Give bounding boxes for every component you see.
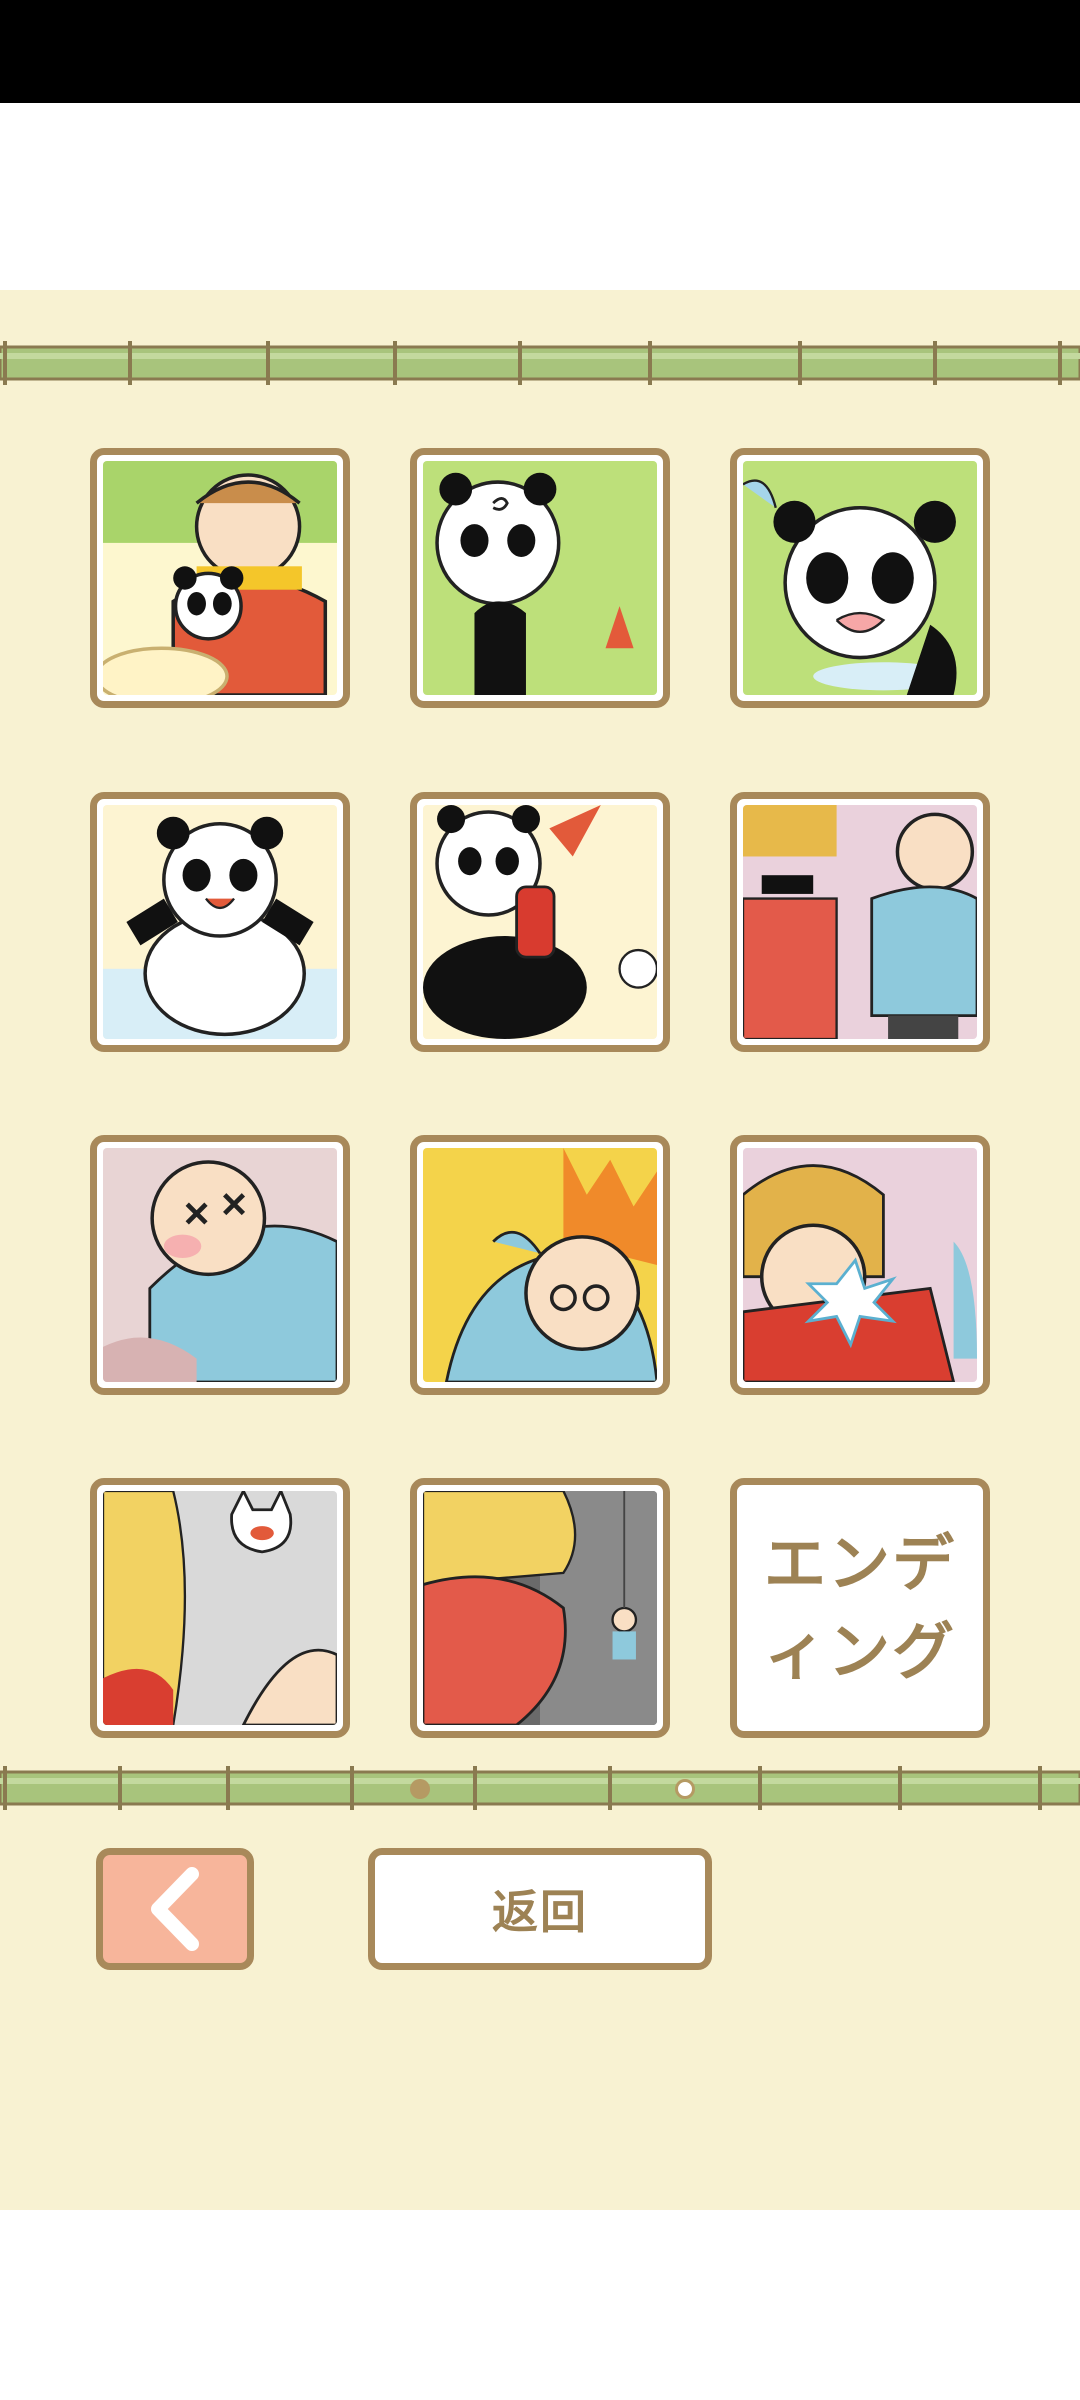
happy-panda-image xyxy=(103,805,337,1039)
gallery-thumb-11[interactable] xyxy=(410,1478,670,1738)
back-button-label: 返回 xyxy=(492,1885,588,1939)
bamboo-divider-bottom xyxy=(0,1766,1080,1810)
back-button[interactable]: 返回 xyxy=(368,1848,712,1970)
status-bar xyxy=(0,0,1080,103)
ending-label: エンデ ィング xyxy=(763,1527,956,1688)
dizzy-old-worker-image xyxy=(103,1148,337,1382)
panda-fire-extinguisher-image xyxy=(423,805,657,1039)
chevron-left-icon xyxy=(151,1867,199,1951)
gallery-thumb-2[interactable] xyxy=(410,448,670,708)
page-dot-2[interactable] xyxy=(675,1779,695,1799)
workers-image xyxy=(743,805,977,1039)
gallery-thumb-1[interactable] xyxy=(90,448,350,708)
injured-panda-image xyxy=(423,461,657,695)
gallery-thumb-8[interactable] xyxy=(410,1135,670,1395)
gallery-thumb-7[interactable] xyxy=(90,1135,350,1395)
previous-page-button[interactable] xyxy=(96,1848,254,1970)
bamboo-divider-top xyxy=(0,341,1080,385)
blonde-man-shouting-image xyxy=(743,1148,977,1382)
crying-panda-image xyxy=(743,461,977,695)
gallery-thumb-6[interactable] xyxy=(730,792,990,1052)
looking-down-image xyxy=(423,1491,657,1725)
old-worker-fire-image xyxy=(423,1148,657,1382)
monkey-king-panda-image xyxy=(103,461,337,695)
ending-button[interactable]: エンデ ィング xyxy=(730,1478,990,1738)
gallery-thumb-5[interactable] xyxy=(410,792,670,1052)
white-fox-image xyxy=(103,1491,337,1725)
gallery-thumb-10[interactable] xyxy=(90,1478,350,1738)
gallery-thumb-9[interactable] xyxy=(730,1135,990,1395)
gallery-thumb-4[interactable] xyxy=(90,792,350,1052)
gallery-thumb-3[interactable] xyxy=(730,448,990,708)
page-dot-1[interactable] xyxy=(410,1779,430,1799)
